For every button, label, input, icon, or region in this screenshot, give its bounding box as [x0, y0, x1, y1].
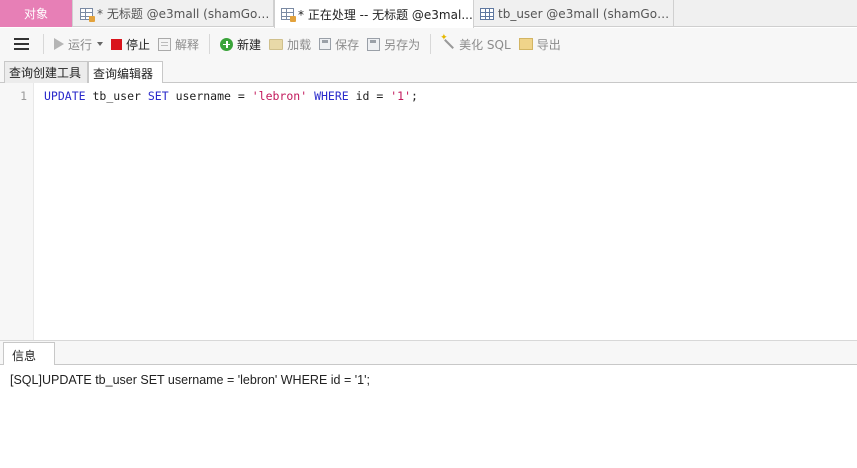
beautify-sql-button[interactable]: 美化 SQL: [437, 32, 515, 56]
line-number-gutter: 1: [0, 83, 34, 340]
chevron-down-icon[interactable]: [97, 42, 104, 46]
tab-untitled-query-label: * 无标题 @e3mall (shamGod...: [97, 7, 273, 21]
toolbar-separator: [209, 34, 211, 54]
tab-info-label: 信息: [12, 349, 37, 363]
query-toolbar: 运行 停止 解释 新建 加载 保存 另存为 美化 SQL 导出: [0, 28, 857, 60]
sql-string: '1': [390, 89, 412, 103]
load-button[interactable]: 加载: [265, 32, 315, 56]
save-icon: [319, 38, 332, 50]
editor-subtabs: 查询创建工具 查询编辑器: [0, 60, 857, 84]
save-as-icon: [367, 37, 381, 51]
tab-info[interactable]: 信息: [3, 342, 55, 366]
sql-text: tb_user: [85, 89, 148, 103]
tab-processing-query-label: * 正在处理 -- 无标题 @e3mal...: [298, 7, 473, 22]
sql-string: 'lebron': [251, 89, 308, 103]
explain-button[interactable]: 解释: [154, 32, 203, 56]
sql-editor[interactable]: 1 UPDATE tb_user SET username = 'lebron'…: [0, 83, 857, 340]
save-as-label: 另存为: [384, 37, 421, 52]
new-button[interactable]: 新建: [216, 32, 265, 56]
query-icon: [281, 8, 296, 22]
sql-text: id =: [348, 89, 391, 103]
info-message: [SQL]UPDATE tb_user SET username = 'lebr…: [10, 373, 370, 387]
tab-query-builder[interactable]: 查询创建工具: [4, 61, 88, 83]
save-as-button[interactable]: 另存为: [363, 32, 424, 56]
run-label: 运行: [68, 37, 93, 52]
result-tabs: 信息: [0, 340, 857, 366]
top-tab-bar: 对象 * 无标题 @e3mall (shamGod... * 正在处理 -- 无…: [0, 0, 857, 28]
run-button[interactable]: 运行: [50, 32, 107, 56]
tab-tb-user-label: tb_user @e3mall (shamGod...: [498, 6, 673, 21]
sql-keyword: WHERE: [314, 89, 349, 103]
toolbar-separator: [43, 34, 44, 54]
magic-wand-icon: [440, 33, 455, 51]
new-label: 新建: [237, 37, 262, 52]
stop-button[interactable]: 停止: [107, 32, 154, 56]
tab-tb-user[interactable]: tb_user @e3mall (shamGod...: [474, 0, 674, 27]
explain-label: 解释: [175, 37, 200, 52]
tab-query-editor[interactable]: 查询编辑器: [88, 61, 163, 84]
export-label: 导出: [536, 37, 561, 52]
folder-icon: [269, 38, 284, 50]
stop-label: 停止: [126, 37, 151, 52]
play-icon: [54, 38, 64, 50]
tab-untitled-query[interactable]: * 无标题 @e3mall (shamGod...: [74, 0, 274, 27]
save-label: 保存: [335, 37, 360, 52]
query-icon: [80, 7, 95, 22]
beautify-sql-label: 美化 SQL: [459, 37, 511, 52]
line-number: 1: [20, 89, 27, 103]
tab-processing-query[interactable]: * 正在处理 -- 无标题 @e3mal...: [274, 0, 474, 28]
sql-keyword: SET: [147, 89, 169, 103]
sql-text: username =: [168, 89, 252, 103]
hamburger-menu-icon[interactable]: [14, 38, 29, 50]
explain-icon: [158, 37, 172, 51]
stop-icon: [111, 38, 123, 50]
export-button[interactable]: 导出: [515, 32, 565, 56]
tab-query-editor-label: 查询编辑器: [93, 66, 154, 81]
sql-text: ;: [411, 89, 418, 103]
table-icon: [480, 7, 494, 20]
plus-circle-icon: [220, 37, 234, 51]
toolbar-separator: [430, 34, 432, 54]
tab-objects-label: 对象: [23, 7, 48, 21]
tab-query-builder-label: 查询创建工具: [9, 66, 82, 80]
tab-objects[interactable]: 对象: [0, 0, 73, 27]
load-label: 加载: [287, 37, 312, 52]
sql-code-line[interactable]: UPDATE tb_user SET username = 'lebron' W…: [44, 89, 418, 103]
sql-keyword: UPDATE: [44, 89, 86, 103]
export-icon: [518, 38, 533, 50]
save-button[interactable]: 保存: [315, 32, 363, 56]
info-panel: [SQL]UPDATE tb_user SET username = 'lebr…: [0, 365, 857, 468]
